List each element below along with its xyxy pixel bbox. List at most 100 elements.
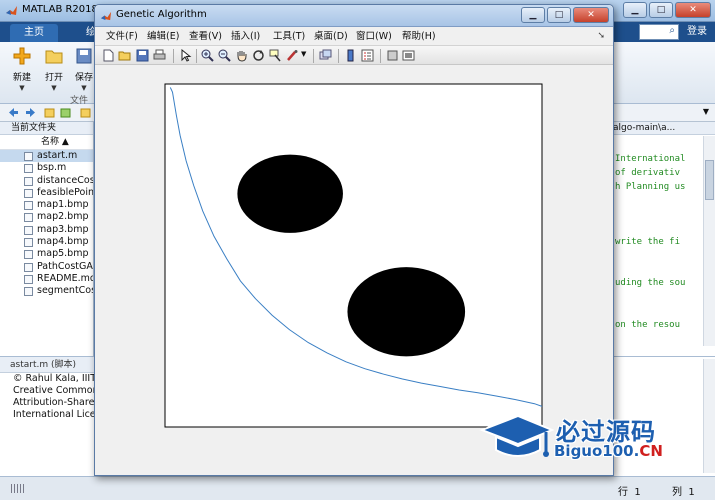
menu-file[interactable]: 文件(F) [106,31,138,43]
new-plus-icon [13,47,31,65]
save-icon [76,48,92,64]
matlab-logo-icon [6,6,17,15]
status-grip-icon: ||||| [10,484,26,494]
file-row[interactable]: map4.bmp [0,236,93,248]
minimize-button[interactable]: ▁ [623,2,647,18]
file-icon [24,201,33,211]
obstacle-1 [237,154,343,233]
brush-dropdown-icon[interactable]: ▼ [301,50,306,58]
back-arrow-icon[interactable] [8,107,19,118]
status-bar: ||||| 行 1 列 1 [0,476,715,500]
hide-plot-tools-icon[interactable] [386,49,399,62]
pan-icon[interactable] [235,49,248,62]
menu-desktop[interactable]: 桌面(D) [314,31,348,43]
file-row[interactable]: map5.bmp [0,248,93,260]
address-dropdown-icon[interactable]: ▼ [703,107,709,116]
file-icon [24,164,33,174]
command-scrollbar[interactable] [703,359,715,473]
figure-maximize-button[interactable]: □ [547,7,571,23]
status-row: 行 1 [618,483,641,498]
watermark-url-cn: CN [639,442,663,460]
menu-window[interactable]: 窗口(W) [356,31,392,43]
file-row[interactable]: map1.bmp [0,199,93,211]
brush-icon[interactable] [286,49,299,62]
save-icon[interactable] [136,49,149,62]
pointer-icon[interactable] [179,49,192,62]
up-folder-icon[interactable] [44,107,55,118]
new-figure-icon[interactable] [102,49,115,62]
file-row[interactable]: map3.bmp [0,224,93,236]
file-row[interactable]: map2.bmp [0,211,93,223]
file-icon [24,262,33,272]
code-line: of derivativ [615,168,681,178]
file-row[interactable]: distanceCost [0,175,93,187]
details-title: astart.m (脚本) [0,357,94,373]
toolbar-separator [196,49,197,63]
file-row[interactable]: README.md [0,273,93,285]
zoom-out-icon[interactable] [218,49,231,62]
figure-window: Genetic Algorithm ▁ □ ✕ 文件(F) 编辑(E) 查看(V… [94,4,614,476]
login-button[interactable]: 登录 [681,22,713,42]
status-row-value: 1 [634,487,641,498]
browse-folder-icon[interactable] [60,107,71,118]
watermark-url: Biguo100.CN [554,442,663,460]
file-row[interactable]: bsp.m [0,162,93,174]
folder-icon [80,108,91,118]
menu-edit[interactable]: 编辑(E) [147,31,179,43]
file-icon [24,152,33,161]
zoom-in-icon[interactable] [201,49,214,62]
file-icon [24,225,33,235]
menu-insert[interactable]: 插入(I) [231,31,260,43]
file-name: feasiblePoint [37,186,93,198]
editor-scroll-thumb[interactable] [705,160,714,200]
show-plot-tools-icon[interactable] [402,49,415,62]
figure-title-bar[interactable]: Genetic Algorithm ▁ □ ✕ [95,5,613,27]
menu-view[interactable]: 查看(V) [189,31,222,43]
figure-minimize-button[interactable]: ▁ [521,7,545,23]
file-name: distanceCost [37,174,93,186]
maximize-button[interactable]: □ [649,2,673,18]
forward-arrow-icon[interactable] [25,107,36,118]
rotate-icon[interactable] [252,49,265,62]
file-icon [24,238,33,248]
close-button[interactable]: ✕ [675,2,711,18]
dock-arrow-icon[interactable]: ➘ [597,31,605,41]
file-row[interactable]: PathCostGA.m [0,261,93,273]
current-folder-title: 当前文件夹 [0,122,93,135]
colorbar-icon[interactable] [344,49,357,62]
new-button[interactable]: 新建 ▼ [8,46,36,92]
details-line: Creative Commons [13,385,94,396]
folder-icon [45,50,63,64]
file-icon [24,250,33,260]
details-line: International Licen [13,409,94,420]
tab-home[interactable]: 主页 [10,24,58,42]
link-icon[interactable] [319,49,332,62]
name-column-header[interactable]: 名称 ▲ [0,135,93,150]
code-line: on the resou [615,320,681,330]
menu-tools[interactable]: 工具(T) [273,31,305,43]
file-name: map1.bmp [37,199,89,211]
open-button[interactable]: 打开 ▼ [40,46,68,92]
data-cursor-icon[interactable] [269,49,282,62]
open-icon[interactable] [118,49,131,62]
legend-icon[interactable] [361,49,374,62]
file-name: map4.bmp [37,236,89,248]
file-list: astart.m bsp.m distanceCost feasiblePoint ma… [0,150,93,298]
figure-window-controls: ▁ □ ✕ [521,7,609,23]
file-name: map2.bmp [37,211,89,223]
menu-help[interactable]: 帮助(H) [402,31,436,43]
status-col-label: 列 [672,487,682,498]
current-folder-panel: 当前文件夹 名称 ▲ astart.m bsp.m distanceCost feas… [0,122,94,356]
code-line: write the fi [615,237,681,247]
code-line: International [615,154,686,164]
file-row[interactable]: segmentCost [0,285,93,297]
editor-scrollbar[interactable] [703,136,715,346]
status-col-value: 1 [688,487,695,498]
print-icon[interactable] [153,49,166,62]
figure-close-button[interactable]: ✕ [573,7,609,23]
editor-tab[interactable]: algo-main\a... [613,122,715,135]
file-row[interactable]: astart.m [0,150,93,163]
file-name: map5.bmp [37,248,89,260]
file-row[interactable]: feasiblePoint [0,187,93,199]
search-icon[interactable]: ⌕ [669,25,675,36]
